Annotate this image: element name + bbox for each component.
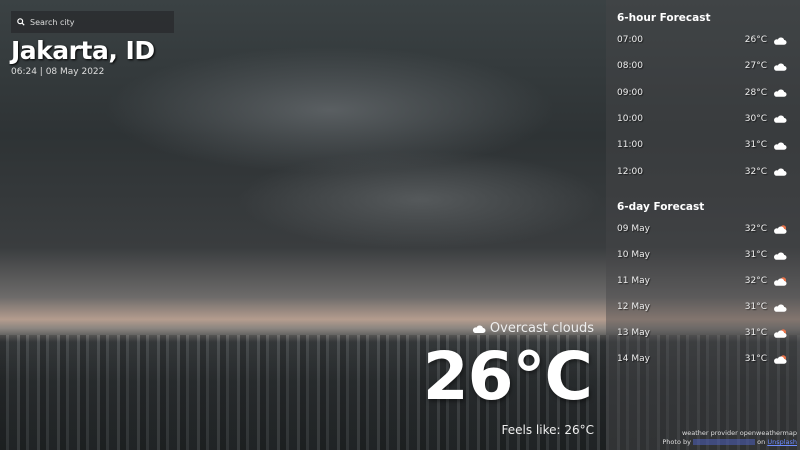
- sun-cloud-icon: [774, 354, 787, 364]
- feels-like: Feels like: 26°C: [501, 423, 595, 437]
- current-description: Overcast clouds: [472, 321, 594, 336]
- current-description-text: Overcast clouds: [489, 321, 594, 336]
- cloud-icon: [774, 115, 787, 124]
- forecast-temp: 27°C: [744, 61, 767, 72]
- forecast-temp: 28°C: [744, 87, 767, 98]
- weather-provider-credit: weather provider openweathermap: [681, 429, 797, 437]
- hourly-forecast-row: 10:00 30°C: [617, 112, 787, 126]
- forecast-label: 09 May: [617, 224, 650, 234]
- hourly-forecast-row: 11:00 31°C: [617, 138, 787, 152]
- forecast-label: 12:00: [617, 166, 643, 177]
- forecast-temp: 26°C: [744, 35, 767, 45]
- cloud-icon: [472, 325, 486, 333]
- search-placeholder: Search city: [30, 17, 75, 27]
- city-name: Jakarta, ID: [11, 36, 155, 65]
- daily-forecast-title: 6-day Forecast: [617, 201, 705, 213]
- forecast-temp: 32°C: [744, 224, 767, 234]
- forecast-temp: 31°C: [744, 140, 767, 151]
- forecast-temp: 30°C: [744, 113, 767, 124]
- hourly-forecast-title: 6-hour Forecast: [617, 12, 711, 24]
- search-icon: [17, 18, 25, 26]
- photo-credit-prefix: Photo by: [662, 438, 691, 446]
- cloud-icon: [774, 142, 787, 150]
- search-input[interactable]: Search city: [11, 11, 174, 33]
- daily-forecast-row: 11 May 32°C: [617, 274, 787, 288]
- forecast-label: 11 May: [617, 276, 650, 286]
- forecast-label: 07:00: [617, 35, 643, 45]
- forecast-label: 12 May: [617, 302, 650, 312]
- photographer-link[interactable]: [693, 439, 756, 445]
- cloud-icon: [774, 63, 787, 71]
- photo-credit: Photo by on Unsplash: [662, 438, 797, 446]
- forecast-label: 10 May: [617, 250, 650, 260]
- cloud-icon: [774, 36, 787, 45]
- hourly-forecast-row: 07:00 26°C: [617, 33, 787, 47]
- forecast-temp: 31°C: [744, 250, 767, 260]
- sun-cloud-icon: [774, 328, 787, 338]
- daily-forecast-row: 10 May 31°C: [617, 248, 787, 262]
- sun-cloud-icon: [774, 224, 787, 234]
- forecast-label: 10:00: [617, 113, 643, 124]
- cloud-icon: [774, 89, 787, 97]
- unsplash-link[interactable]: Unsplash: [767, 438, 797, 446]
- forecast-label: 14 May: [617, 354, 650, 364]
- forecast-temp: 32°C: [744, 276, 767, 286]
- daily-forecast-row: 12 May 31°C: [617, 300, 787, 314]
- photo-credit-on: on: [757, 438, 766, 446]
- forecast-label: 13 May: [617, 328, 650, 338]
- hourly-forecast-row: 12:00 32°C: [617, 165, 787, 179]
- forecast-label: 08:00: [617, 61, 643, 72]
- forecast-temp: 31°C: [744, 302, 767, 312]
- cloud-icon: [774, 168, 787, 176]
- daily-forecast-row: 09 May 32°C: [617, 222, 787, 236]
- hourly-forecast-row: 08:00 27°C: [617, 59, 787, 73]
- hourly-forecast-row: 09:00 28°C: [617, 86, 787, 100]
- cloud-icon: [774, 303, 787, 312]
- current-temperature: 26°C: [422, 338, 593, 415]
- date-time: 06:24 | 08 May 2022: [11, 67, 105, 77]
- forecast-label: 09:00: [617, 87, 643, 98]
- forecast-temp: 32°C: [744, 166, 767, 177]
- daily-forecast-row: 13 May 31°C: [617, 326, 787, 340]
- forecast-temp: 31°C: [744, 328, 767, 338]
- cloud-icon: [774, 251, 787, 260]
- forecast-label: 11:00: [617, 140, 643, 151]
- sun-cloud-icon: [774, 276, 787, 286]
- daily-forecast-row: 14 May 31°C: [617, 352, 787, 366]
- forecast-temp: 31°C: [744, 354, 767, 364]
